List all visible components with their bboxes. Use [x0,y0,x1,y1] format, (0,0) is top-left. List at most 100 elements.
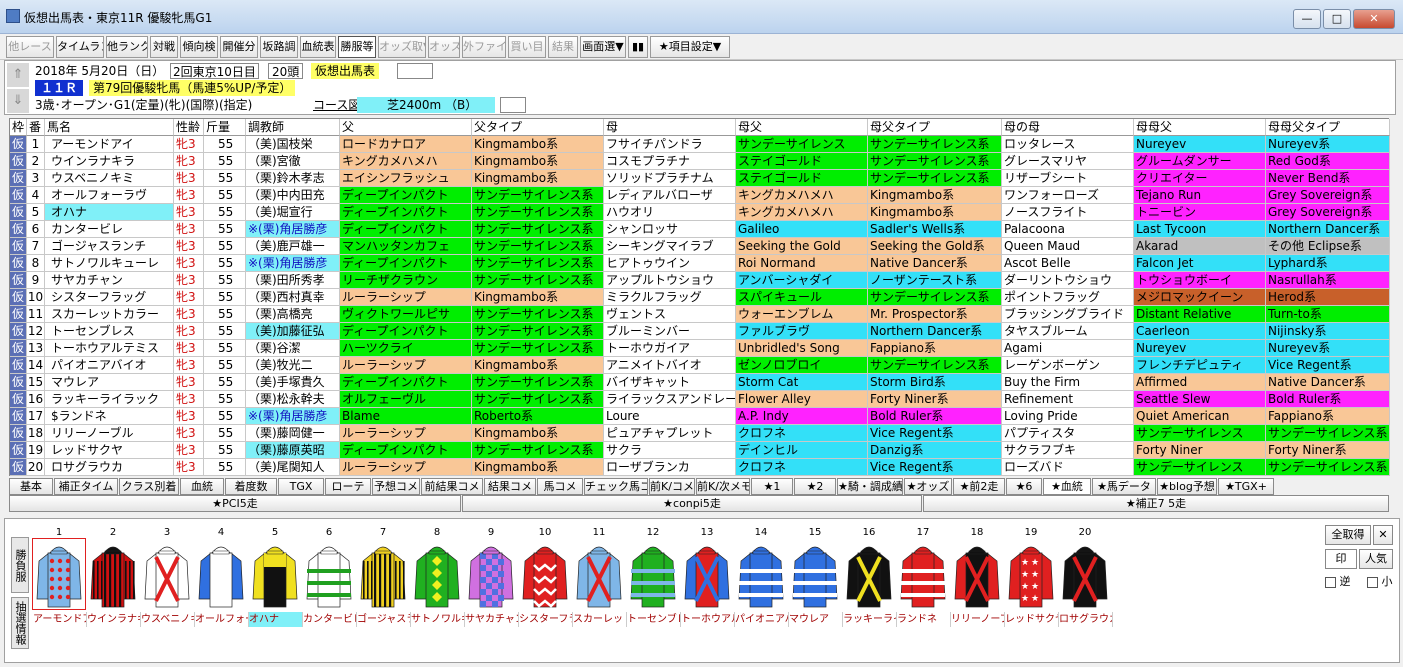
tab2-1[interactable]: ★conpi5走 [462,495,922,512]
column-header[interactable]: 父 [340,119,472,136]
column-header[interactable]: 母 [604,119,736,136]
column-header[interactable]: 調教師 [246,119,340,136]
close-panel-button[interactable]: ✕ [1373,525,1393,545]
toolbar-button-0[interactable]: 他レース [6,36,54,58]
cell-no[interactable]: 5 [27,204,45,221]
column-header[interactable]: 馬名 [45,119,174,136]
horse-name[interactable]: アーモンドアイ [45,136,174,153]
horse-name[interactable]: リリーノーブル [45,425,174,442]
silk-18-icon[interactable] [951,539,1003,609]
horse-name[interactable]: サトノワルキューレ [45,255,174,272]
tab-5[interactable]: TGX [278,478,324,495]
cell-no[interactable]: 3 [27,170,45,187]
cell-no[interactable]: 8 [27,255,45,272]
cell-no[interactable]: 13 [27,340,45,357]
tab-12[interactable]: 前K/コメ [649,478,695,495]
tab-6[interactable]: ローテ [325,478,371,495]
toolbar-button-14[interactable]: 画面選▼ [580,36,626,58]
horse-name[interactable]: マウレア [45,374,174,391]
course-map-link[interactable]: コース図 [313,97,360,113]
silk-1-icon[interactable] [32,538,86,610]
cell-no[interactable]: 7 [27,238,45,255]
horse-name[interactable]: オハナ [45,204,174,221]
toolbar-button-7[interactable]: 血統表 [300,36,336,58]
toolbar-button-1[interactable]: タイムランク [56,36,104,58]
maximize-button[interactable]: □ [1323,9,1351,29]
tab-17[interactable]: ★オッズ [904,478,952,495]
toolbar-button-4[interactable]: 傾向検 [180,36,218,58]
cell-no[interactable]: 11 [27,306,45,323]
horse-name[interactable]: シスターフラッグ [45,289,174,306]
silk-12-icon[interactable] [627,539,679,609]
cell-no[interactable]: 19 [27,442,45,459]
tab-19[interactable]: ★6 [1006,478,1042,495]
tab-3[interactable]: 血統 [180,478,224,495]
column-header[interactable]: 番 [27,119,45,136]
tab-1[interactable]: 補正タイム [54,478,118,495]
cell-no[interactable]: 6 [27,221,45,238]
tab-11[interactable]: チェック馬コメ [584,478,648,495]
silk-5-icon[interactable] [249,539,301,609]
print-toggle[interactable]: 印 [1325,549,1357,569]
tab-4[interactable]: 着度数 [225,478,277,495]
prev-race-arrow-icon[interactable]: ⇑ [7,63,29,87]
silk-7-icon[interactable] [357,539,409,609]
horse-name[interactable]: ウインラナキラ [45,153,174,170]
toolbar-button-13[interactable]: 結果 [548,36,578,58]
horse-name[interactable]: $ランドネ [45,408,174,425]
column-header[interactable]: 枠 [10,119,27,136]
silk-14-icon[interactable] [735,539,787,609]
horse-name[interactable]: スカーレットカラー [45,306,174,323]
toolbar-button-2[interactable]: 他ランク [106,36,148,58]
rev-checkbox[interactable] [1325,576,1336,588]
silk-6-icon[interactable] [303,539,355,609]
cell-no[interactable]: 18 [27,425,45,442]
toolbar-button-8[interactable]: 勝服等 [338,36,376,58]
tab-22[interactable]: ★blog予想 [1157,478,1217,495]
tab-0[interactable]: 基本 [9,478,53,495]
cell-no[interactable]: 9 [27,272,45,289]
toolbar-button-6[interactable]: 坂路調 [260,36,298,58]
close-button[interactable]: ✕ [1353,9,1395,29]
silk-3-icon[interactable] [141,539,193,609]
silk-8-icon[interactable] [411,539,463,609]
silk-11-icon[interactable] [573,539,625,609]
toolbar-button-9[interactable]: オッズ取▼ [378,36,426,58]
tab-2[interactable]: クラス別着 [119,478,179,495]
horse-name[interactable]: パイオニアバイオ [45,357,174,374]
silk-10-icon[interactable] [519,539,571,609]
cell-no[interactable]: 4 [27,187,45,204]
horse-name[interactable]: ゴージャスランチ [45,238,174,255]
tab-18[interactable]: ★前2走 [953,478,1005,495]
tab-20[interactable]: ★血統 [1043,478,1091,495]
tab-7[interactable]: 予想コメ [372,478,420,495]
cell-no[interactable]: 16 [27,391,45,408]
column-header[interactable]: 性齢 [174,119,204,136]
tab2-0[interactable]: ★PCI5走 [9,495,461,512]
toolbar-button-3[interactable]: 対戦 [150,36,178,58]
cell-no[interactable]: 14 [27,357,45,374]
cell-no[interactable]: 10 [27,289,45,306]
toolbar-button-10[interactable]: オッズ [428,36,460,58]
column-header[interactable]: 母母父タイプ [1266,119,1390,136]
horse-name[interactable]: ウスベニノキミ [45,170,174,187]
small-checkbox-row[interactable]: 小 [1367,573,1393,589]
tab-13[interactable]: 前K/次メモ [696,478,750,495]
toolbar-button-5[interactable]: 開催分 [220,36,258,58]
horse-name[interactable]: トーホウアルテミス [45,340,174,357]
cell-no[interactable]: 12 [27,323,45,340]
horse-name[interactable]: カンタービレ [45,221,174,238]
get-all-button[interactable]: 全取得 [1325,525,1371,545]
silk-15-icon[interactable] [789,539,841,609]
cell-no[interactable]: 15 [27,374,45,391]
column-header[interactable]: 斤量 [204,119,246,136]
tab-23[interactable]: ★TGX+ [1218,478,1274,495]
column-header[interactable]: 父タイプ [472,119,604,136]
cell-no[interactable]: 1 [27,136,45,153]
tab-10[interactable]: 馬コメ [537,478,583,495]
cell-no[interactable]: 20 [27,459,45,476]
silk-16-icon[interactable] [843,539,895,609]
horse-name[interactable]: ロサグラウカ [45,459,174,476]
tab-14[interactable]: ★1 [751,478,793,495]
toolbar-button-15[interactable]: ▮▮ [628,36,648,58]
